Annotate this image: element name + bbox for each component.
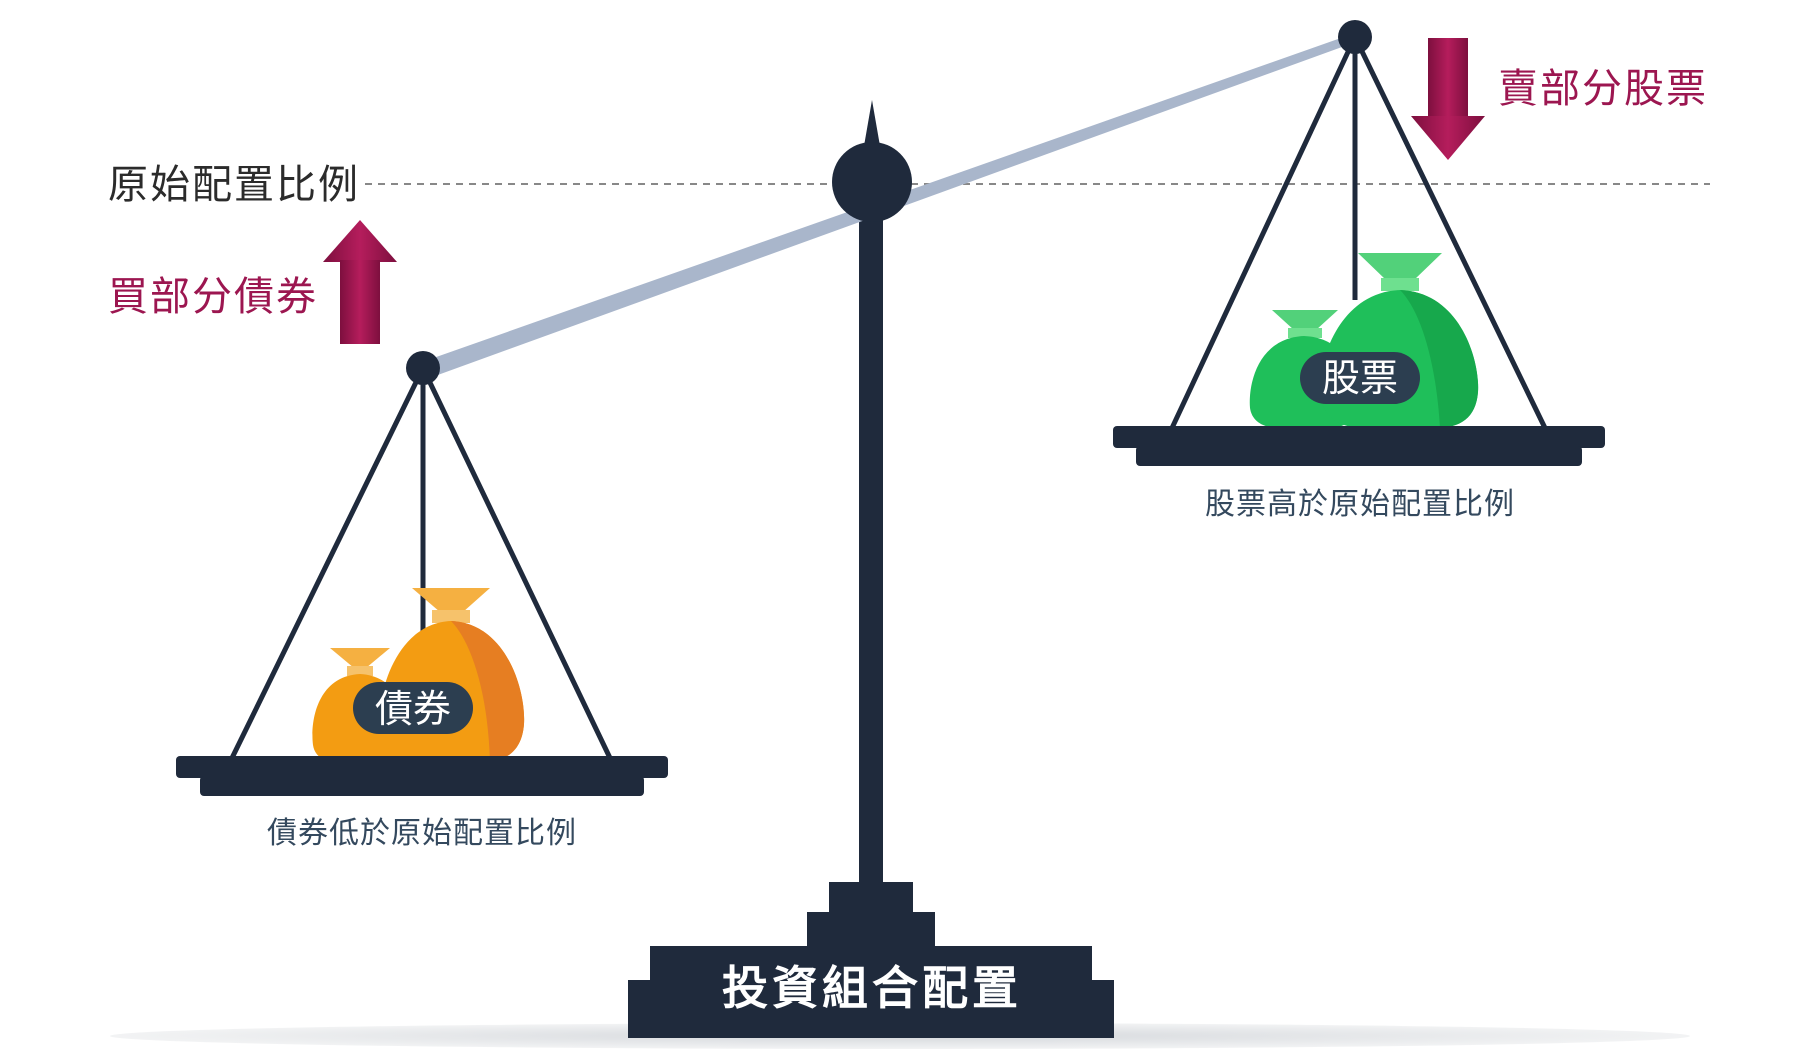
sell-stocks-label: 賣部分股票 — [1498, 66, 1708, 112]
up-arrow-icon — [323, 220, 397, 344]
base-label: 投資組合配置 — [722, 961, 1022, 1015]
left-hanger-knob — [406, 351, 440, 385]
left-pan-caption: 債券低於原始配置比例 — [267, 816, 577, 851]
right-hanger-knob — [1338, 20, 1372, 54]
pivot-spike — [864, 100, 880, 146]
left-pan-lip — [200, 776, 644, 796]
stocks-bag-label: 股票 — [1322, 356, 1398, 400]
bonds-bag-large — [379, 588, 525, 762]
left-pan-assembly: 債券 債券低於原始配置比例 — [176, 351, 668, 851]
bonds-bag-label: 債券 — [375, 687, 451, 731]
left-pan — [176, 756, 668, 778]
scale-pillar — [859, 210, 883, 890]
right-pan — [1113, 426, 1605, 448]
portfolio-rebalancing-diagram: 投資組合配置 債券 債券低於原始配置比例 股票 股票高於原始配置比例 原始配置比… — [108, 20, 1710, 1049]
right-pan-caption: 股票高於原始配置比例 — [1205, 487, 1515, 522]
buy-bonds-label: 買部分債券 — [108, 274, 318, 320]
baseline-label: 原始配置比例 — [108, 162, 360, 208]
pivot-knob — [832, 142, 912, 222]
down-arrow-icon — [1411, 38, 1485, 160]
right-pan-lip — [1136, 446, 1582, 466]
